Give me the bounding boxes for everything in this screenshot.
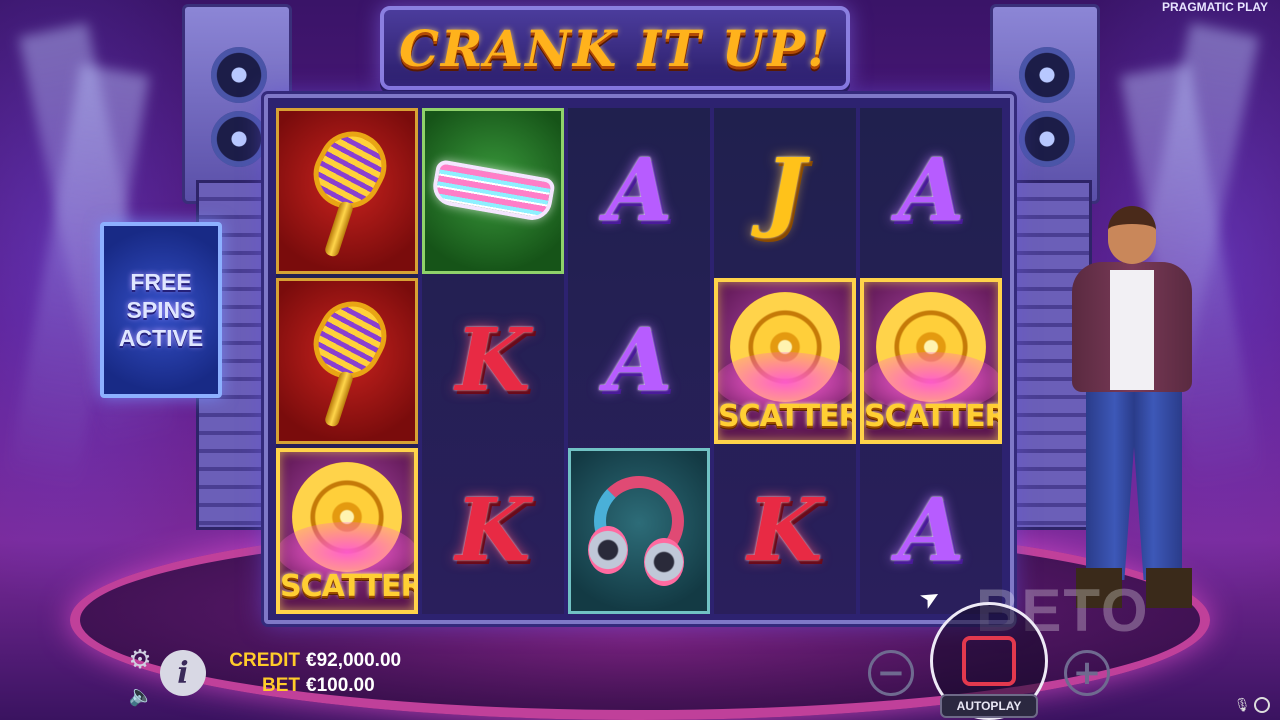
dancer-character — [1050, 200, 1210, 610]
brand-logo: PRAGMATIC PLAY — [1161, 0, 1268, 14]
free-spins-line-3: ACTIVE — [118, 325, 204, 351]
symbol-k: K — [714, 448, 856, 614]
symbol-headphones — [568, 448, 710, 614]
reel-grid: SCATTER K K A A J SCATTER K A SCATTER A — [276, 108, 1002, 614]
stop-icon — [962, 636, 1016, 686]
reel-5: A SCATTER A — [860, 108, 1002, 614]
free-spins-panel: FREE SPINS ACTIVE — [100, 222, 222, 398]
game-title-banner: CRANK IT UP! — [380, 6, 850, 90]
letter-k: K — [455, 480, 531, 581]
letter-a: A — [605, 310, 673, 411]
scatter-label: SCATTER — [718, 399, 856, 434]
scatter-label: SCATTER — [280, 569, 418, 604]
symbol-scatter: SCATTER — [714, 278, 856, 444]
letter-a: A — [897, 480, 965, 581]
credit-display: CREDIT €92,000.00 — [228, 650, 401, 672]
bet-label: BET — [262, 675, 300, 696]
reel-4: J SCATTER K — [714, 108, 856, 614]
free-spins-line-2: SPINS — [126, 297, 196, 323]
microphone-small-icon[interactable]: 🎙 — [1234, 696, 1251, 714]
letter-j: J — [764, 140, 806, 241]
increase-bet-button[interactable]: + — [1064, 650, 1110, 696]
symbol-k: K — [422, 278, 564, 444]
decrease-bet-button[interactable]: − — [868, 650, 914, 696]
fullscreen-circle-icon[interactable] — [1254, 697, 1270, 713]
letter-a: A — [897, 140, 965, 241]
reel-3: A A — [568, 108, 710, 614]
symbol-a: A — [860, 108, 1002, 274]
letter-k: K — [747, 480, 823, 581]
letter-a: A — [605, 140, 673, 241]
symbol-party-glasses — [422, 108, 564, 274]
credit-value: €92,000.00 — [306, 650, 402, 671]
reel-2: K K — [422, 108, 564, 614]
bet-value: €100.00 — [306, 675, 375, 696]
scatter-label: SCATTER — [864, 399, 1002, 434]
game-title: CRANK IT UP! — [399, 18, 831, 78]
sound-toggle-icon[interactable]: 🔈 — [128, 682, 154, 708]
symbol-k: K — [422, 448, 564, 614]
party-glasses-icon — [430, 158, 556, 224]
bet-display: BET €100.00 — [228, 675, 375, 697]
free-spins-line-1: FREE — [130, 269, 192, 295]
symbol-microphone — [276, 278, 418, 444]
headphones-icon — [584, 476, 694, 586]
symbol-j: J — [714, 108, 856, 274]
info-button[interactable]: i — [160, 650, 206, 696]
symbol-a: A — [568, 108, 710, 274]
symbol-scatter: SCATTER — [276, 448, 418, 614]
microphone-icon — [301, 119, 399, 258]
letter-k: K — [455, 310, 531, 411]
symbol-microphone — [276, 108, 418, 274]
autoplay-button[interactable]: AUTOPLAY — [940, 694, 1038, 718]
microphone-icon — [301, 289, 399, 428]
symbol-a: A — [568, 278, 710, 444]
reel-1: SCATTER — [276, 108, 418, 614]
symbol-scatter: SCATTER — [860, 278, 1002, 444]
credit-label: CREDIT — [229, 650, 300, 671]
settings-gear-icon[interactable]: ⚙ — [126, 645, 154, 675]
